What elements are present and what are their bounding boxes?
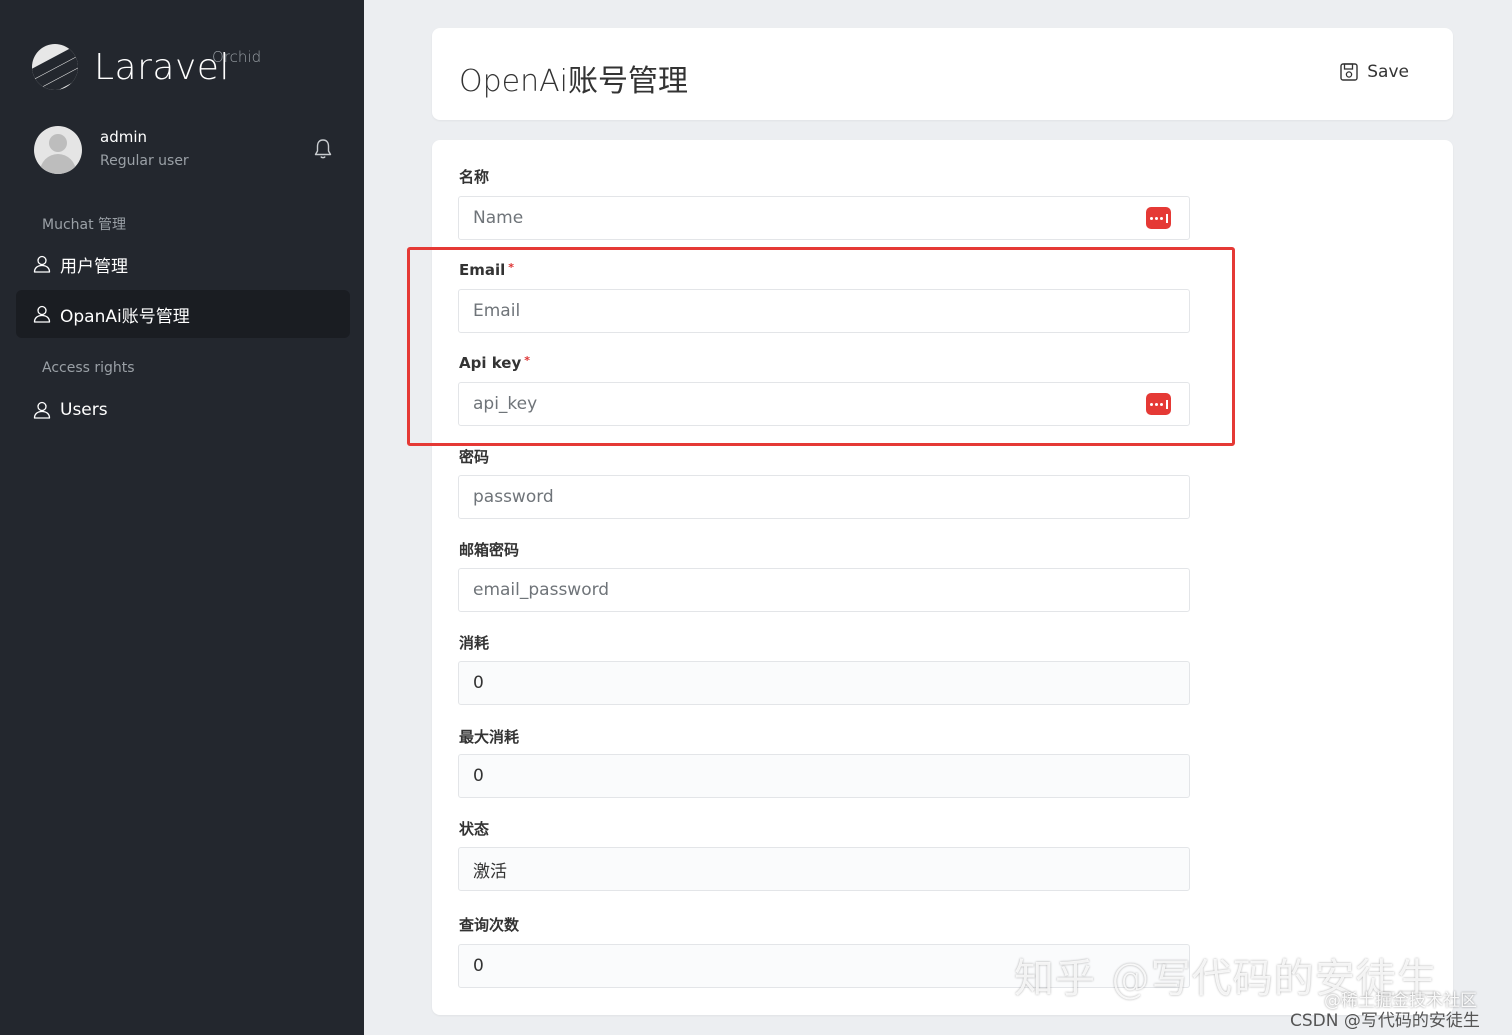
bell-icon[interactable] (314, 138, 332, 160)
sidebar-item-user-management[interactable]: 用户管理 (16, 240, 350, 288)
app: Laravel Orchid admin Regular user Muchat… (0, 0, 1512, 1035)
account-form: 名称 Email* Api key* 密码 邮箱密码 消耗 最大消耗 状态 查询… (432, 140, 1453, 1015)
field-label-api-key: Api key * (459, 354, 530, 372)
user-icon (33, 305, 51, 323)
email-password-input[interactable] (458, 568, 1190, 612)
page-title: OpenAi账号管理 (459, 64, 688, 99)
brand-name: Laravel (94, 46, 230, 88)
field-label-email-password: 邮箱密码 (459, 541, 520, 559)
password-manager-icon[interactable] (1146, 207, 1171, 229)
sidebar-item-label: Users (60, 400, 108, 420)
brand-suffix: Orchid (212, 48, 262, 66)
laravel-logo-icon (32, 44, 78, 90)
profile-name: admin (100, 128, 147, 146)
sidebar-item-users[interactable]: Users (16, 386, 350, 434)
field-label-consumption: 消耗 (459, 634, 490, 652)
field-label-email: Email * (459, 261, 515, 279)
field-label-name: 名称 (459, 168, 490, 186)
field-label-password: 密码 (459, 448, 490, 466)
sidebar-item-label: OpanAi账号管理 (60, 306, 190, 327)
avatar (34, 126, 82, 174)
consumption-input[interactable] (458, 661, 1190, 705)
sidebar: Laravel Orchid admin Regular user Muchat… (0, 0, 364, 1035)
floppy-disk-icon (1340, 63, 1358, 81)
sidebar-section-access-rights: Access rights (42, 360, 135, 376)
name-input[interactable] (458, 196, 1190, 240)
save-button-label: Save (1367, 62, 1409, 82)
brand[interactable]: Laravel (32, 44, 230, 90)
user-profile[interactable]: admin Regular user (34, 126, 334, 176)
page-header: OpenAi账号管理 Save (432, 28, 1453, 120)
profile-role: Regular user (100, 153, 189, 169)
password-manager-icon[interactable] (1146, 393, 1171, 415)
user-icon (33, 255, 51, 273)
api-key-input[interactable] (458, 382, 1190, 426)
password-input[interactable] (458, 475, 1190, 519)
sidebar-section-muchat: Muchat 管理 (42, 217, 127, 233)
field-label-query-count: 查询次数 (459, 916, 520, 934)
user-icon (33, 401, 51, 419)
email-input[interactable] (458, 289, 1190, 333)
max-consumption-input[interactable] (458, 754, 1190, 798)
field-label-status: 状态 (459, 820, 490, 838)
sidebar-item-openai-accounts[interactable]: OpanAi账号管理 (16, 290, 350, 338)
field-label-max-consumption: 最大消耗 (459, 728, 520, 746)
save-button[interactable]: Save (1339, 62, 1409, 82)
sidebar-item-label: 用户管理 (60, 256, 128, 277)
query-count-input[interactable] (458, 944, 1190, 988)
status-input[interactable] (458, 847, 1190, 891)
